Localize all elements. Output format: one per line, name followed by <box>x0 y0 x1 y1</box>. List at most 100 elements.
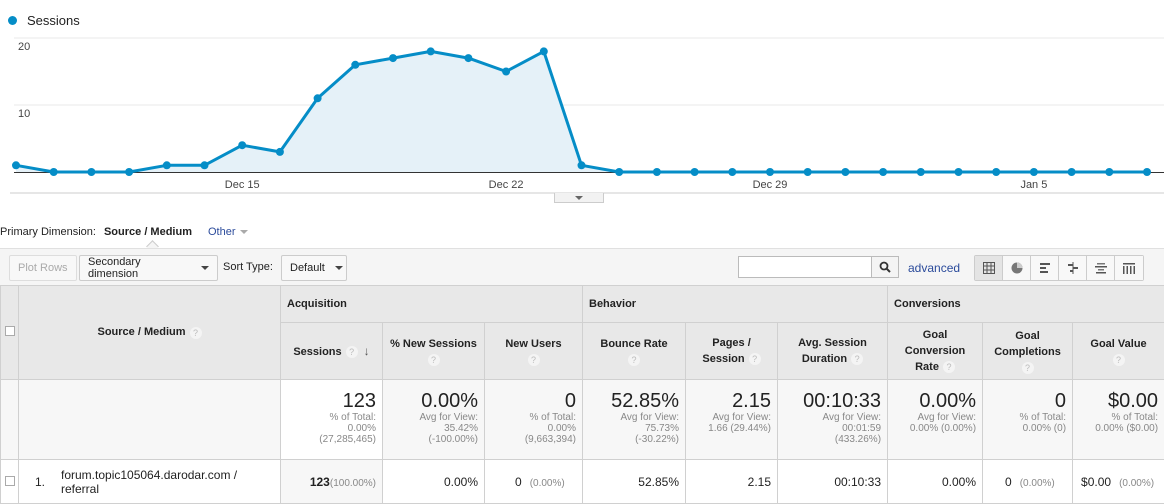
sessions-pct: (100.00%) <box>329 477 376 489</box>
total-sub: (27,285,465) <box>319 434 376 445</box>
legend-dot-icon <box>8 16 17 25</box>
col-goal-completions[interactable]: Goal Completions? <box>982 322 1074 380</box>
total-sub: (433.26%) <box>834 434 882 445</box>
dimension-header-label: Source / Medium <box>97 326 186 339</box>
caret-down-icon <box>575 195 583 200</box>
secondary-dimension-dropdown[interactable]: Secondary dimension <box>79 255 218 281</box>
data-point <box>1067 168 1076 176</box>
total-cell: 0% of Total: 0.00% (9,663,394) <box>484 379 583 460</box>
goal-completions-value: 0 <box>1005 474 1012 489</box>
primary-dimension-other[interactable]: Other <box>208 226 248 238</box>
x-tick-label: Dec 29 <box>753 179 788 191</box>
data-point <box>803 168 812 176</box>
row-new-users: 0 (0.00%) <box>484 459 583 504</box>
table-search-input[interactable] <box>738 256 872 278</box>
col-bounce-rate[interactable]: Bounce Rate? <box>582 322 686 380</box>
data-point <box>12 161 20 170</box>
total-sub: Avg for View: <box>620 412 679 423</box>
help-icon[interactable]: ? <box>427 354 440 366</box>
chart-legend: Sessions <box>8 13 80 28</box>
total-sub: 0.00% <box>547 423 576 434</box>
help-icon[interactable]: ? <box>1021 362 1034 374</box>
primary-dimension-current[interactable]: Source / Medium <box>104 226 192 238</box>
goal-value-pct: (0.00%) <box>1119 477 1155 489</box>
data-point <box>351 60 360 69</box>
table-row[interactable]: 1. forum.topic105064.darodar.com / refer… <box>0 459 1164 504</box>
view-switcher <box>974 255 1144 281</box>
row-new-sessions: 0.00% <box>382 459 485 504</box>
primary-dimension-bar: Primary Dimension: Source / Medium Other <box>0 226 248 238</box>
chart-collapse-handle[interactable] <box>554 193 604 203</box>
sessions-chart[interactable]: 10 20 Dec 15 Dec 22 Dec 29 Jan 5 <box>0 30 1164 195</box>
total-value: 0.00% <box>421 390 478 412</box>
goal-completions-pct: (0.00%) <box>1019 477 1055 489</box>
row-source-link[interactable]: forum.topic105064.darodar.com / referral <box>61 468 261 496</box>
help-icon[interactable]: ? <box>345 345 358 358</box>
col-new-users[interactable]: New Users? <box>484 322 583 380</box>
col-label: % New Sessions <box>390 338 477 350</box>
data-point <box>162 161 171 170</box>
bar-chart-icon <box>1039 263 1050 273</box>
group-acquisition: Acquisition <box>280 285 583 323</box>
x-tick-label: Dec 15 <box>225 179 260 191</box>
total-sub: % of Total: <box>1019 412 1067 423</box>
total-value: 00:10:33 <box>803 390 882 412</box>
col-goal-value[interactable]: Goal Value? <box>1072 322 1164 380</box>
area-fill <box>16 51 1147 172</box>
row-bounce-rate: 52.85% <box>582 459 686 504</box>
total-sub: % of Total: <box>529 412 576 423</box>
pie-view-button[interactable] <box>1003 256 1031 280</box>
total-cell: 52.85% Avg for View: 75.73% (-30.22%) <box>582 379 686 460</box>
col-label: Sessions <box>293 345 342 358</box>
caret-down-icon <box>334 266 343 270</box>
col-sessions[interactable]: Sessions? ↓ <box>280 322 383 380</box>
table-view-button[interactable] <box>975 256 1003 280</box>
pivot-view-button[interactable] <box>1115 256 1143 280</box>
help-icon[interactable]: ? <box>748 353 761 366</box>
search-icon <box>879 261 891 273</box>
totals-row: 123% of Total: 0.00% (27,285,465) 0.00% Avg… <box>0 379 1164 460</box>
col-avg-duration[interactable]: Avg. Session Duration? <box>776 322 889 380</box>
help-icon[interactable]: ? <box>1112 354 1125 366</box>
help-icon[interactable]: ? <box>527 354 540 366</box>
total-value: 0.00% <box>919 390 977 412</box>
data-point <box>426 47 435 56</box>
sort-type-dropdown[interactable]: Default <box>281 255 347 281</box>
col-new-sessions[interactable]: % New Sessions? <box>382 322 485 380</box>
col-pages-session[interactable]: Pages / Session? <box>685 322 778 380</box>
total-value: 0 <box>564 390 576 412</box>
row-sessions: 123(100.00%) <box>280 459 383 504</box>
col-label: Goal Completions <box>994 330 1061 358</box>
col-goal-conv-rate[interactable]: Goal Conversion Rate? <box>887 322 984 380</box>
help-icon[interactable]: ? <box>942 361 955 374</box>
col-label: Goal Value <box>1090 338 1147 350</box>
advanced-filter-link[interactable]: advanced <box>908 261 960 275</box>
total-sub: Avg for View: <box>712 412 771 423</box>
help-icon[interactable]: ? <box>628 354 640 366</box>
row-checkbox[interactable] <box>4 475 15 486</box>
data-point <box>539 47 548 56</box>
help-icon[interactable]: ? <box>189 326 202 339</box>
data-point <box>200 161 209 170</box>
total-sub: (9,663,394) <box>524 434 576 445</box>
data-point <box>1105 168 1114 176</box>
plot-rows-button[interactable]: Plot Rows <box>9 255 77 281</box>
total-cell: 0% of Total: 0.00% (0) <box>982 379 1074 460</box>
comparison-view-button[interactable] <box>1059 256 1087 280</box>
total-cell: 123% of Total: 0.00% (27,285,465) <box>280 379 383 460</box>
total-sub: % of Total: <box>1111 412 1159 423</box>
select-all-checkbox[interactable] <box>4 326 15 336</box>
performance-view-button[interactable] <box>1031 256 1059 280</box>
dimension-header[interactable]: Source / Medium? <box>18 285 281 380</box>
term-cloud-view-button[interactable] <box>1087 256 1115 280</box>
pie-chart-icon <box>1011 262 1022 274</box>
group-conversions: Conversions <box>887 285 1164 323</box>
help-icon[interactable]: ? <box>851 353 864 366</box>
sort-desc-icon: ↓ <box>363 343 370 358</box>
search-button[interactable] <box>871 256 899 278</box>
table-toolbar: Plot Rows Secondary dimension Sort Type:… <box>0 248 1164 285</box>
y-tick-label: 10 <box>18 108 30 120</box>
data-point <box>464 54 473 63</box>
total-sub: 35.42% <box>444 423 478 434</box>
data-point <box>49 168 58 176</box>
